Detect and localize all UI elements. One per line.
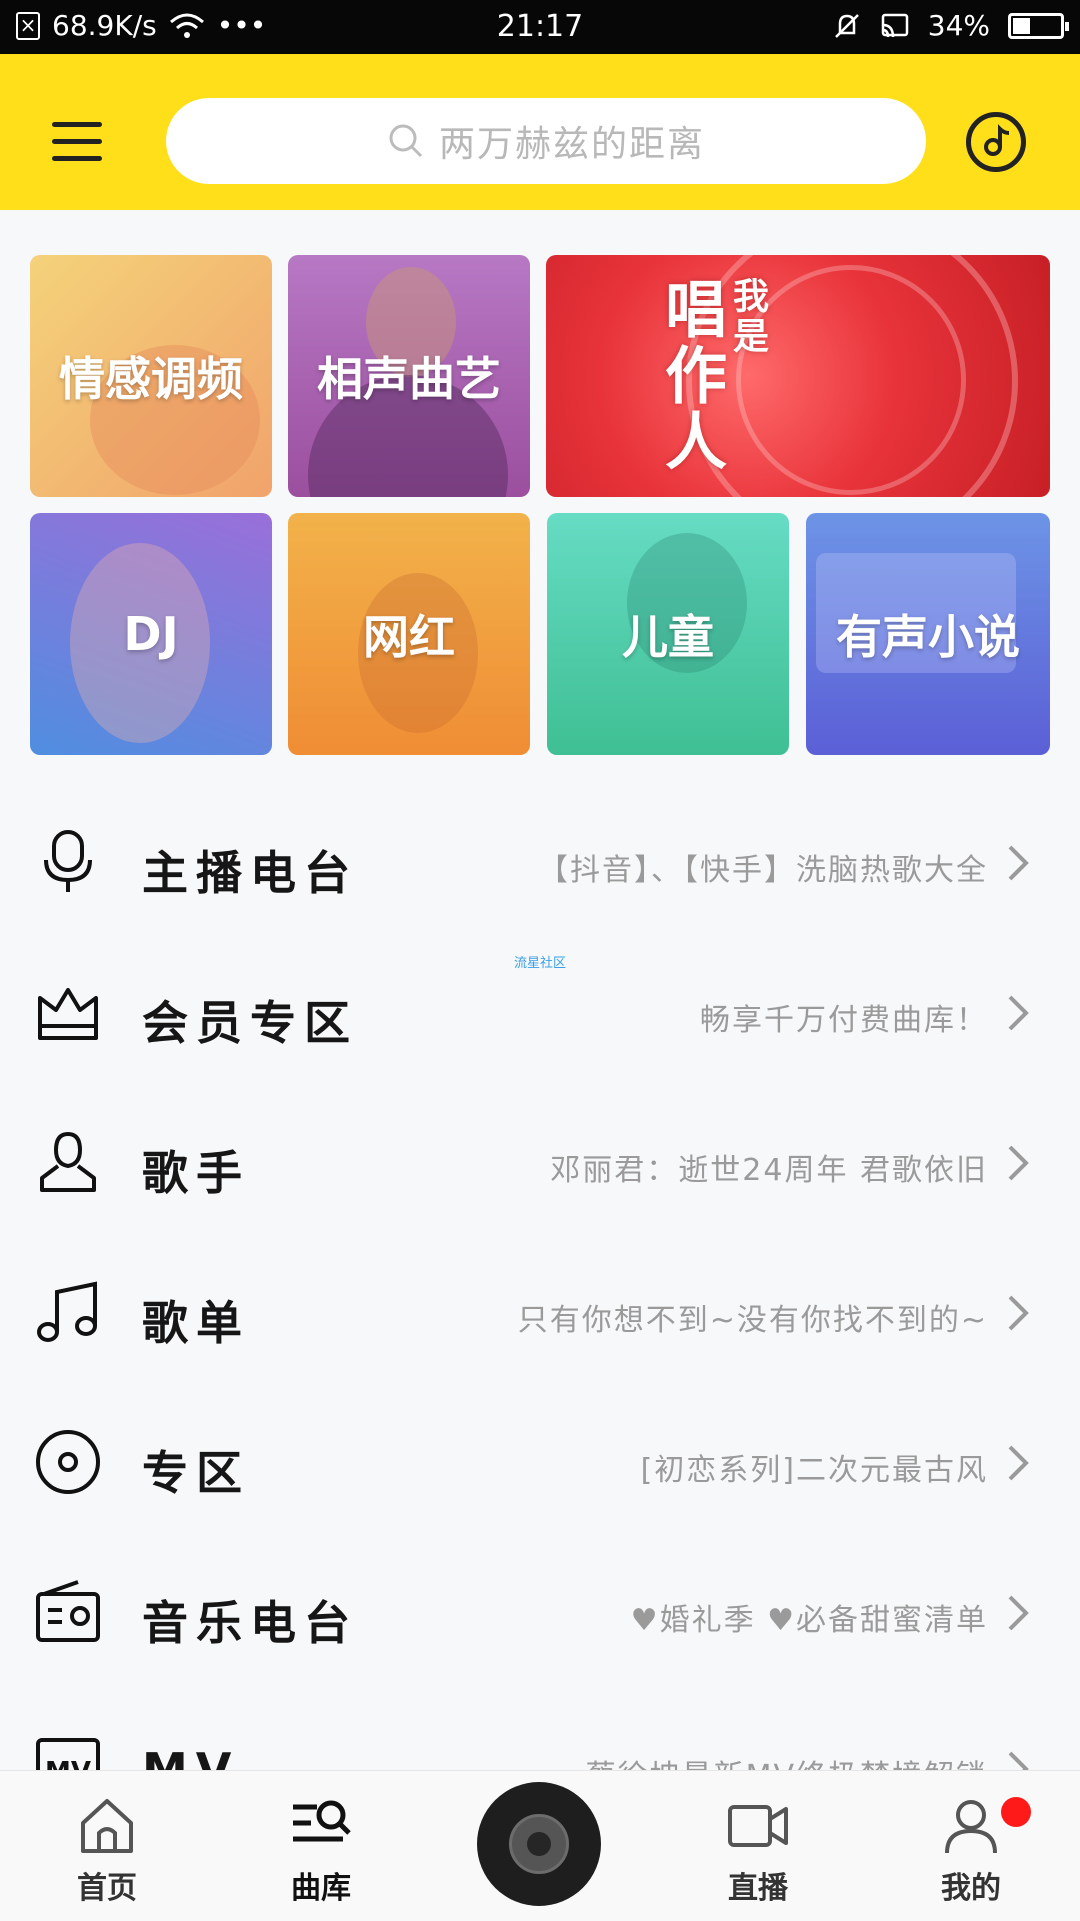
row-description: 【抖音】、【快手】洗脑热歌大全 — [538, 853, 988, 888]
row-description: ♥婚礼季 ♥必备甜蜜清单 — [630, 1603, 988, 1638]
menu-button[interactable] — [52, 120, 102, 164]
tab-label: 首页 — [77, 1871, 137, 1906]
search-placeholder: 两万赫兹的距离 — [438, 124, 705, 165]
video-camera-icon — [728, 1805, 788, 1847]
profile-icon — [945, 1800, 997, 1854]
row-title: 会员专区 — [142, 996, 358, 1050]
category-label: 有声小说 — [836, 610, 1020, 664]
silent-bell-icon — [834, 13, 859, 38]
tab-live[interactable]: 直播 — [683, 1771, 833, 1921]
category-dj[interactable]: DJ — [30, 513, 272, 755]
tab-label: 我的 — [941, 1871, 1001, 1906]
microphone-icon — [44, 830, 92, 892]
now-playing-disc-button[interactable] — [477, 1782, 601, 1906]
person-icon — [40, 1131, 96, 1192]
menu-row-albums[interactable]: 专区 [初恋系列]二次元最古风 — [0, 1387, 1080, 1537]
cast-icon — [881, 13, 909, 37]
row-title: 音乐电台 — [142, 1596, 358, 1650]
tab-label: 曲库 — [291, 1871, 351, 1906]
menu-row-singers[interactable]: 歌手 邓丽君：逝世24周年 君歌依旧 — [0, 1087, 1080, 1237]
music-note-icon — [37, 1281, 97, 1342]
row-title: 主播电台 — [142, 846, 358, 900]
music-note-icon — [984, 124, 1010, 156]
row-description: 邓丽君：逝世24周年 君歌依旧 — [550, 1153, 988, 1188]
category-audiobook[interactable]: 有声小说 — [806, 513, 1050, 755]
row-description: 只有你想不到~没有你找不到的~ — [517, 1303, 988, 1338]
chevron-right-icon — [1008, 1295, 1029, 1331]
battery-percent: 34% — [927, 9, 990, 42]
menu-row-anchor-radio[interactable]: 主播电台 【抖音】、【快手】洗脑热歌大全 — [0, 787, 1080, 937]
row-title: 专区 — [142, 1446, 250, 1500]
music-recognition-button[interactable] — [966, 112, 1026, 172]
menu-row-music-radio[interactable]: 音乐电台 ♥婚礼季 ♥必备甜蜜清单 — [0, 1537, 1080, 1687]
banner-singer-songwriter[interactable]: 唱作人 我是 — [546, 255, 1050, 497]
tab-mine[interactable]: 我的 — [896, 1771, 1046, 1921]
menu-row-playlists[interactable]: 歌单 只有你想不到~没有你找不到的~ — [0, 1237, 1080, 1387]
row-title: 歌手 — [142, 1146, 250, 1200]
top-header: 两万赫兹的距离 — [0, 54, 1080, 210]
status-bar: × 68.9K/s ••• 21:17 34% — [0, 0, 1080, 54]
banner-title: 唱作人 — [654, 277, 727, 475]
category-label: 网红 — [363, 610, 455, 664]
search-icon — [389, 124, 423, 158]
category-label: 儿童 — [622, 610, 714, 664]
tab-home[interactable]: 首页 — [32, 1771, 182, 1921]
disc-icon — [36, 1430, 100, 1494]
category-crosstalk[interactable]: 相声曲艺 — [288, 255, 530, 497]
chevron-right-icon — [1008, 845, 1029, 881]
notification-badge — [1001, 1797, 1031, 1827]
chevron-right-icon — [1008, 995, 1029, 1031]
library-search-icon — [293, 1800, 351, 1842]
row-title: 歌单 — [142, 1296, 250, 1350]
chevron-right-icon — [1008, 1445, 1029, 1481]
tab-library[interactable]: 曲库 — [246, 1771, 396, 1921]
banner-subtitle: 我是 — [727, 277, 768, 357]
search-bar[interactable]: 两万赫兹的距离 — [166, 98, 926, 184]
radio-icon — [36, 1580, 100, 1642]
home-icon — [81, 1799, 133, 1853]
menu-row-vip-zone[interactable]: 会员专区 畅享千万付费曲库！ — [0, 937, 1080, 1087]
chevron-right-icon — [1008, 1595, 1029, 1631]
category-internet-celebrity[interactable]: 网红 — [288, 513, 530, 755]
crown-icon — [38, 988, 98, 1040]
row-description: 畅享千万付费曲库！ — [700, 1003, 988, 1038]
tab-label: 直播 — [728, 1871, 788, 1906]
category-label: 相声曲艺 — [317, 352, 501, 406]
category-label: 情感调频 — [59, 352, 243, 406]
category-children[interactable]: 儿童 — [547, 513, 789, 755]
battery-icon — [1008, 12, 1069, 39]
category-emotion-radio[interactable]: 情感调频 — [30, 255, 272, 497]
row-description: [初恋系列]二次元最古风 — [640, 1453, 988, 1488]
category-label: DJ — [123, 607, 179, 661]
disc-center-icon — [527, 1832, 551, 1856]
chevron-right-icon — [1008, 1145, 1029, 1181]
